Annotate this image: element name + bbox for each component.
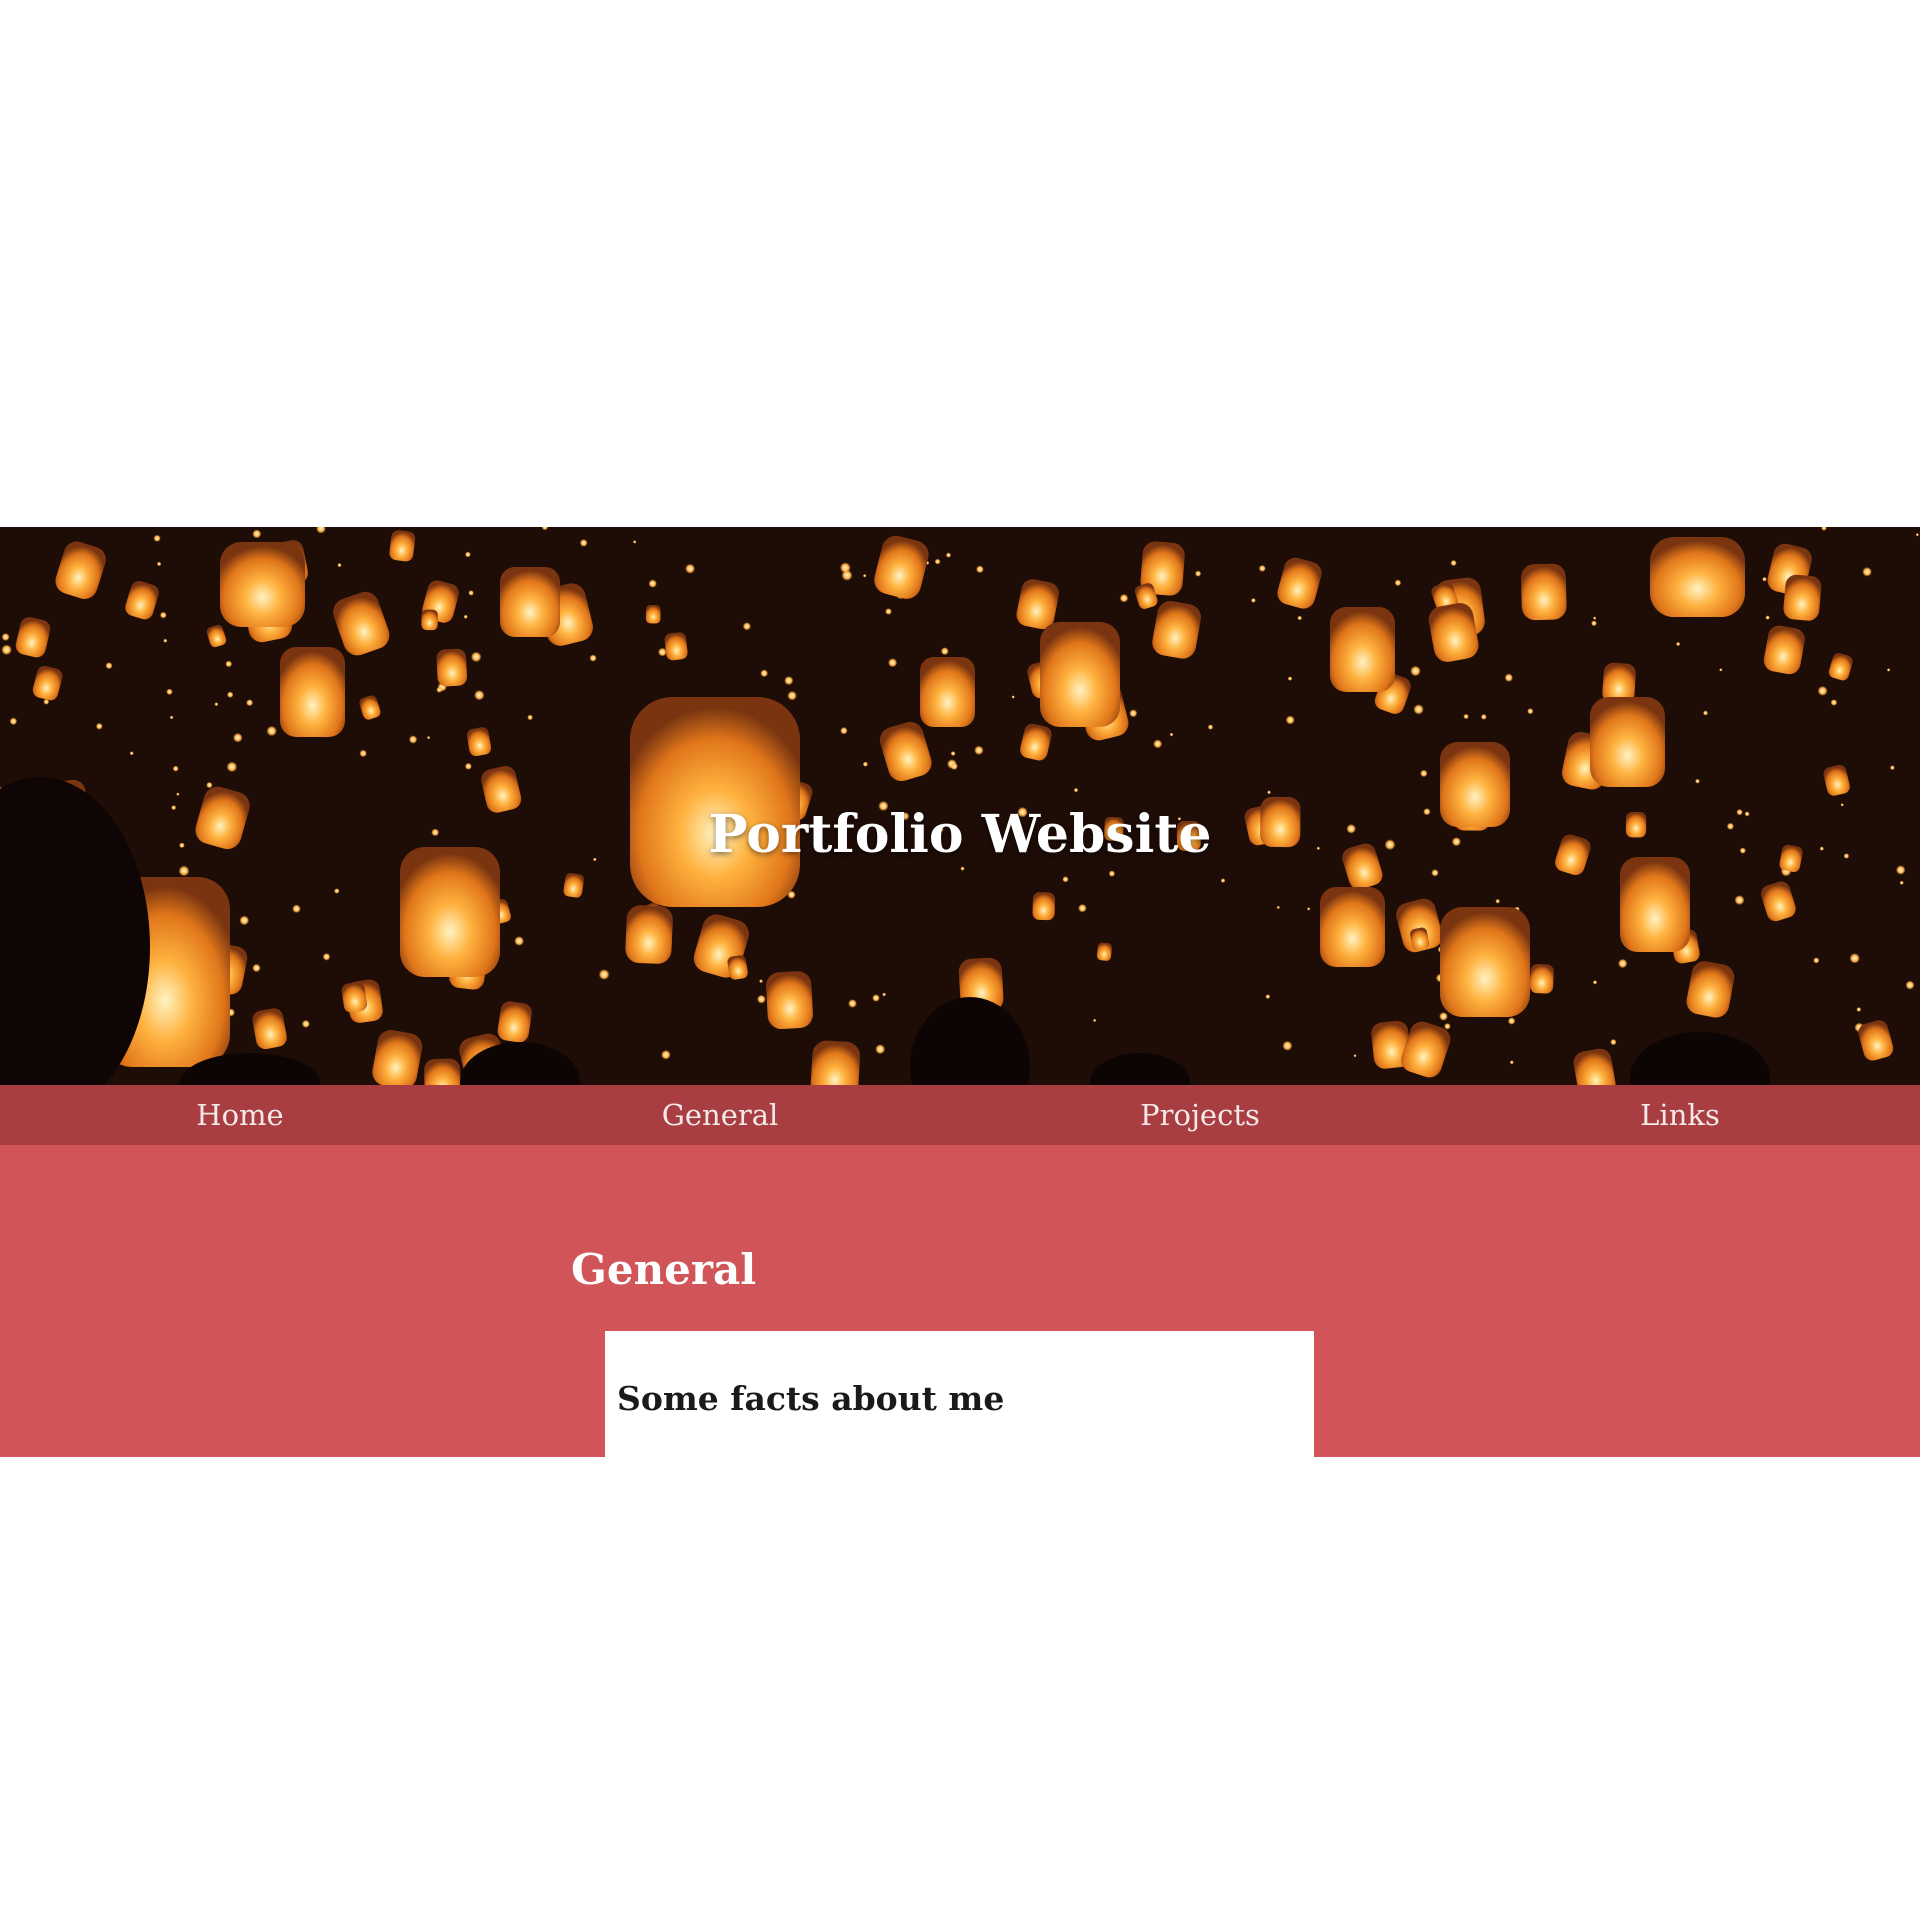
main-nav: Home General Projects Links bbox=[0, 1085, 1920, 1145]
facts-card: Some facts about me bbox=[605, 1331, 1314, 1457]
nav-item-home[interactable]: Home bbox=[0, 1098, 480, 1132]
hero-banner: Portfolio Website bbox=[0, 527, 1920, 1085]
general-section: General Some facts about me bbox=[0, 1145, 1920, 1457]
nav-item-general[interactable]: General bbox=[480, 1098, 960, 1132]
nav-item-links[interactable]: Links bbox=[1440, 1098, 1920, 1132]
page: Portfolio Website Home General Projects … bbox=[0, 0, 1920, 1920]
section-heading: General bbox=[571, 1245, 757, 1294]
site-title: Portfolio Website bbox=[708, 803, 1212, 865]
nav-item-projects[interactable]: Projects bbox=[960, 1098, 1440, 1132]
card-heading: Some facts about me bbox=[617, 1379, 1005, 1418]
